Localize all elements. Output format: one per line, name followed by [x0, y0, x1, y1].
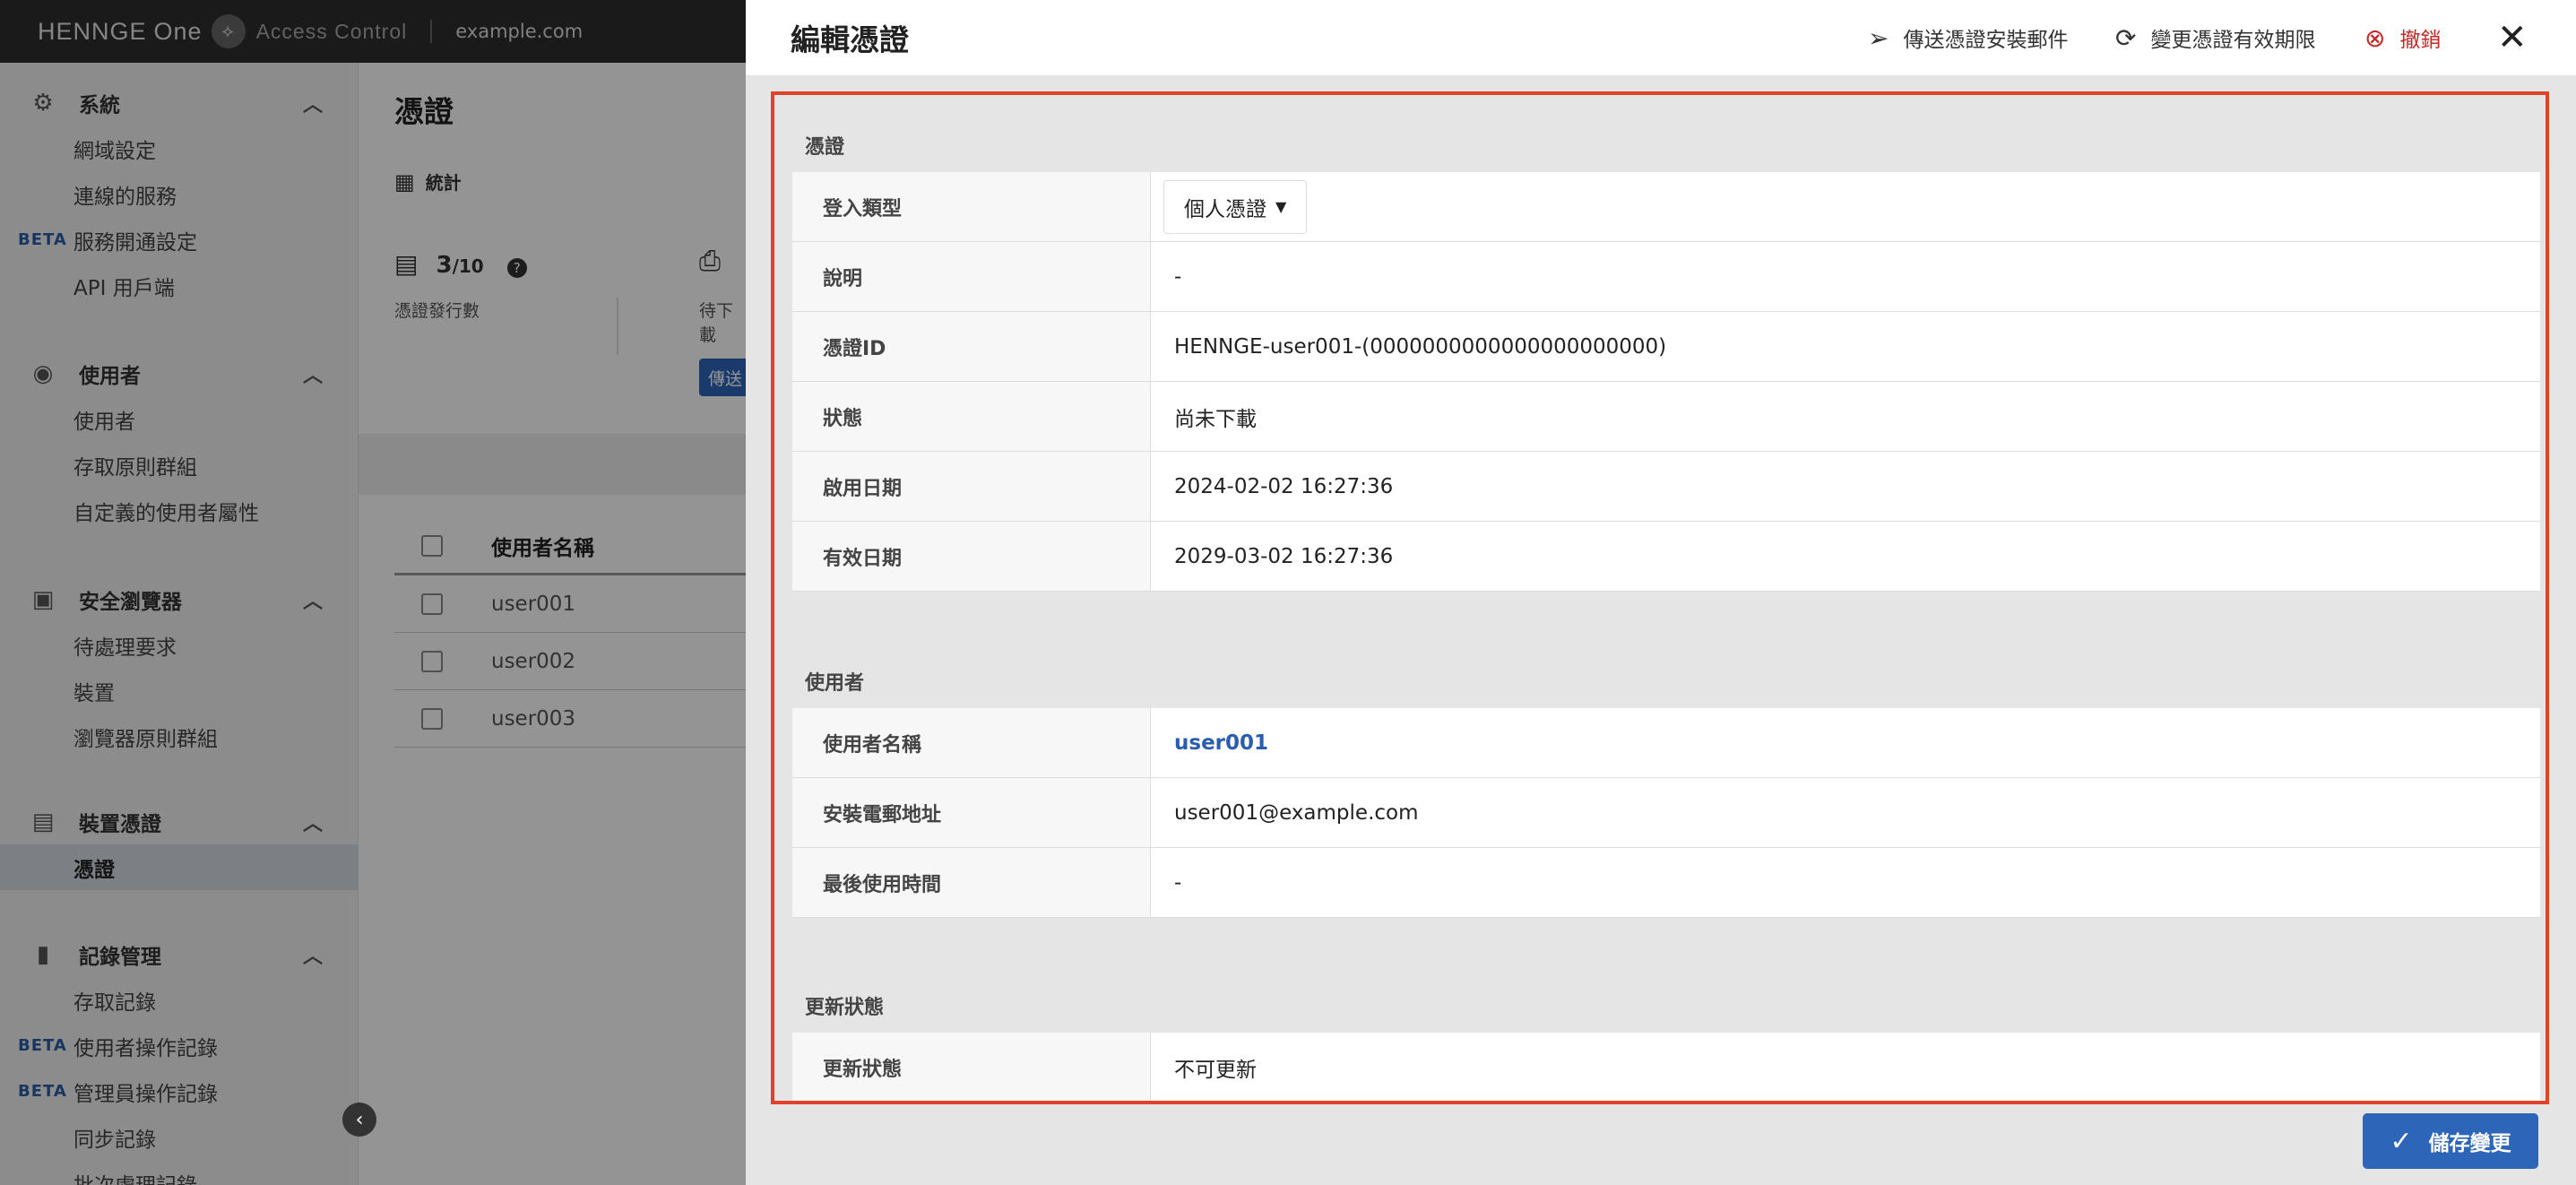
section-title-user: 使用者 — [805, 672, 865, 695]
drawer-header: 編輯憑證 ➢ 傳送憑證安裝郵件 ⟳ 變更憑證有效期限 ⊗ 撤銷 ✕ — [746, 0, 2576, 75]
row-status: 狀態 尚未下載 — [792, 382, 2540, 452]
section-title-renewal: 更新狀態 — [805, 997, 885, 1019]
label-cert-id: 憑證ID — [792, 312, 1151, 381]
label-description: 說明 — [792, 242, 1151, 311]
row-enabled-date: 啟用日期 2024-02-02 16:27:36 — [792, 452, 2540, 522]
certificate-details: 登入類型 個人憑證 ▼ 說明 - 憑證ID HENNGE-user001-(00… — [792, 172, 2540, 592]
cancel-circle-icon: ⊗ — [2364, 22, 2386, 53]
change-validity-label: 變更憑證有效期限 — [2150, 29, 2316, 52]
value-renewal-status: 不可更新 — [1151, 1033, 2540, 1101]
send-install-mail-label: 傳送憑證安裝郵件 — [1903, 29, 2069, 52]
username-link[interactable]: user001 — [1151, 708, 2540, 777]
save-changes-button[interactable]: ✓ 儲存變更 — [2363, 1113, 2538, 1169]
change-validity-button[interactable]: ⟳ 變更憑證有效期限 — [2115, 22, 2315, 53]
send-install-mail-button[interactable]: ➢ 傳送憑證安裝郵件 — [1868, 22, 2068, 53]
label-username: 使用者名稱 — [792, 708, 1151, 777]
label-expiry-date: 有效日期 — [792, 522, 1151, 591]
row-cert-id: 憑證ID HENNGE-user001-(0000000000000000000… — [792, 312, 2540, 382]
value-expiry-date: 2029-03-02 16:27:36 — [1151, 522, 2540, 591]
row-install-email: 安裝電郵地址 user001@example.com — [792, 778, 2540, 848]
label-last-used: 最後使用時間 — [792, 848, 1151, 917]
row-username: 使用者名稱 user001 — [792, 708, 2540, 778]
renewal-details: 更新狀態 不可更新 — [792, 1033, 2540, 1101]
save-changes-label: 儲存變更 — [2428, 1132, 2511, 1155]
row-expiry-date: 有效日期 2029-03-02 16:27:36 — [792, 522, 2540, 592]
caret-down-icon: ▼ — [1275, 198, 1287, 215]
label-renewal-status: 更新狀態 — [792, 1033, 1151, 1101]
revoke-label: 撤銷 — [2399, 29, 2442, 52]
paper-plane-icon: ➢ — [1868, 22, 1889, 53]
value-cert-id: HENNGE-user001-(0000000000000000000000) — [1151, 312, 2540, 381]
label-install-email: 安裝電郵地址 — [792, 778, 1151, 847]
label-status: 狀態 — [792, 382, 1151, 451]
login-type-select[interactable]: 個人憑證 ▼ — [1163, 179, 1308, 234]
sidebar-collapse-button[interactable]: ‹ — [342, 1103, 376, 1137]
certificate-details-panel: 憑證 登入類型 個人憑證 ▼ 說明 - 憑證ID HENNGE-user001-… — [771, 91, 2549, 1104]
value-enabled-date: 2024-02-02 16:27:36 — [1151, 452, 2540, 521]
label-enabled-date: 啟用日期 — [792, 452, 1151, 521]
value-status: 尚未下載 — [1151, 382, 2540, 451]
drawer-title: 編輯憑證 — [791, 22, 909, 57]
row-renewal-status: 更新狀態 不可更新 — [792, 1033, 2540, 1101]
edit-certificate-drawer: 編輯憑證 ➢ 傳送憑證安裝郵件 ⟳ 變更憑證有效期限 ⊗ 撤銷 ✕ 憑證 登入類… — [746, 0, 2576, 1185]
modal-backdrop[interactable] — [0, 0, 746, 1185]
value-description: - — [1151, 242, 2540, 311]
revoke-button[interactable]: ⊗ 撤銷 — [2364, 22, 2441, 53]
refresh-icon: ⟳ — [2115, 22, 2137, 53]
checkmark-icon: ✓ — [2390, 1125, 2413, 1157]
value-install-email: user001@example.com — [1151, 778, 2540, 847]
row-description: 說明 - — [792, 242, 2540, 312]
label-login-type: 登入類型 — [792, 172, 1151, 241]
row-login-type: 登入類型 個人憑證 ▼ — [792, 172, 2540, 242]
login-type-value: 個人憑證 — [1184, 197, 1266, 221]
user-details: 使用者名稱 user001 安裝電郵地址 user001@example.com… — [792, 708, 2540, 918]
value-last-used: - — [1151, 848, 2540, 917]
row-last-used: 最後使用時間 - — [792, 848, 2540, 918]
section-title-certificate: 憑證 — [805, 136, 845, 159]
close-icon[interactable]: ✕ — [2497, 17, 2528, 58]
